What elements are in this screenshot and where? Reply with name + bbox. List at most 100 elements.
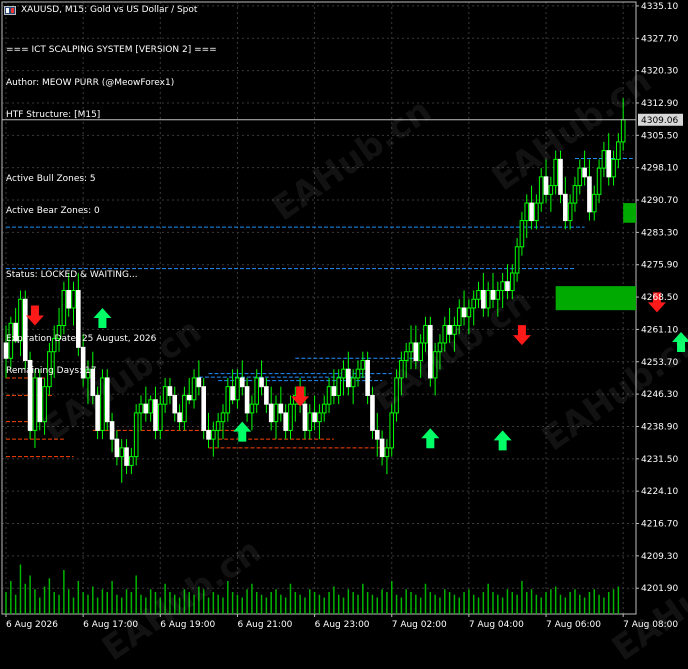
candle-body — [225, 386, 231, 414]
candle-body — [432, 351, 438, 379]
candle-body — [606, 150, 612, 178]
chart-header: XAUUSD, M15: Gold vs US Dollar / Spot — [4, 5, 197, 15]
candle-body — [268, 403, 274, 423]
candle-body — [138, 403, 144, 414]
indicator-info-panel: === ICT SCALPING SYSTEM [VERSION 2] === … — [6, 24, 217, 388]
y-tick-label: 4283.30 — [641, 228, 678, 238]
chart-symbol-icon — [4, 5, 16, 15]
x-tick-label: 6 Aug 23:00 — [315, 620, 370, 630]
x-tick-label: 7 Aug 06:00 — [546, 620, 601, 630]
bull-zone-box — [623, 203, 636, 223]
candle-body — [423, 324, 428, 344]
y-tick-label: 4224.10 — [641, 487, 678, 497]
info-expiration-date: Expiration Date: 25 August, 2026 — [6, 334, 157, 345]
x-tick-label: 6 Aug 19:00 — [160, 620, 215, 630]
x-tick-label: 6 Aug 21:00 — [237, 620, 292, 630]
candle-body — [153, 399, 158, 431]
x-tick-label: 6 Aug 17:00 — [83, 620, 138, 630]
x-tick-label: 7 Aug 02:00 — [392, 620, 447, 630]
candle-body — [620, 119, 626, 143]
candle-body — [177, 412, 182, 423]
info-line-author: Author: MEOW PURR (@MeowForex1) — [6, 77, 175, 88]
candle-body — [109, 421, 115, 440]
candle-body — [428, 324, 433, 379]
candle-body — [365, 359, 370, 396]
candle-body — [201, 386, 206, 431]
candle-body — [119, 447, 125, 458]
candle-body — [341, 368, 346, 379]
y-tick-label: 4238.90 — [641, 422, 678, 432]
y-tick-label: 4305.50 — [641, 131, 678, 141]
candle-body — [616, 141, 621, 160]
candle-body — [466, 307, 472, 318]
symbol-title: XAUUSD, M15: Gold vs US Dollar / Spot — [21, 5, 198, 15]
candle-body — [182, 394, 187, 423]
candle-body — [360, 359, 366, 370]
candle-body — [394, 377, 399, 414]
candle-body — [577, 167, 583, 187]
y-tick-label: 4312.90 — [641, 99, 678, 109]
candle-body — [186, 394, 192, 401]
candle-body — [129, 456, 134, 466]
candle-body — [524, 202, 530, 222]
candle-body — [534, 202, 539, 222]
candle-body — [249, 403, 255, 414]
y-tick-label: 4320.30 — [641, 67, 678, 77]
candle-body — [495, 290, 501, 300]
candle-body — [399, 359, 404, 379]
candle-body — [403, 351, 409, 361]
y-tick-label: 4261.10 — [641, 325, 678, 335]
x-tick-label: 7 Aug 04:00 — [469, 620, 524, 630]
candle-body — [124, 447, 129, 466]
candle-body — [505, 281, 510, 292]
candle-body — [442, 324, 448, 344]
candle-body — [350, 377, 356, 388]
candle-body — [206, 429, 211, 440]
candle-body — [500, 281, 505, 292]
candle-body — [42, 386, 47, 423]
candle-body — [283, 412, 288, 431]
info-status: Status: LOCKED & WAITING... — [6, 270, 138, 281]
candle-body — [596, 167, 602, 195]
x-tick-label: 7 Aug 08:00 — [623, 620, 678, 630]
candle-body — [244, 386, 250, 414]
info-bear-zones: Active Bear Zones: 0 — [6, 205, 100, 216]
candle-body — [587, 176, 592, 213]
info-line-title: === ICT SCALPING SYSTEM [VERSION 2] === — [6, 45, 217, 56]
candle-body — [558, 158, 563, 195]
candle-body — [157, 403, 163, 431]
candle-body — [235, 377, 240, 401]
candle-body — [481, 290, 486, 309]
candle-body — [389, 412, 395, 449]
candle-body — [336, 377, 341, 396]
candle-body — [611, 158, 616, 178]
candle-body — [114, 438, 120, 458]
candle-body — [413, 342, 419, 361]
candle-body — [476, 290, 481, 300]
candle-body — [278, 403, 284, 414]
info-line-htf: HTF Structure: [M15] — [6, 109, 101, 120]
candle-body — [582, 167, 587, 178]
y-tick-label: 4209.30 — [641, 552, 678, 562]
y-tick-label: 4327.70 — [641, 34, 678, 44]
candle-body — [452, 324, 457, 335]
candle-body — [211, 429, 216, 440]
candle-body — [321, 403, 327, 414]
candle-body — [408, 342, 414, 353]
info-bull-zones: Active Bull Zones: 5 — [6, 173, 96, 184]
candle-body — [273, 403, 279, 423]
y-tick-label: 4253.70 — [641, 358, 678, 368]
candle-body — [563, 193, 568, 222]
bull-zone-box — [555, 286, 636, 311]
candle-body — [591, 193, 597, 213]
candle-body — [162, 386, 168, 405]
candle-body — [148, 399, 153, 414]
candle-body — [471, 298, 477, 309]
candle-body — [254, 377, 260, 405]
candle-body — [490, 290, 496, 300]
y-tick-label: 4246.30 — [641, 390, 678, 400]
candle-body — [355, 368, 361, 379]
candle-body — [418, 342, 423, 361]
candle-body — [95, 394, 100, 431]
candle-body — [239, 377, 245, 388]
